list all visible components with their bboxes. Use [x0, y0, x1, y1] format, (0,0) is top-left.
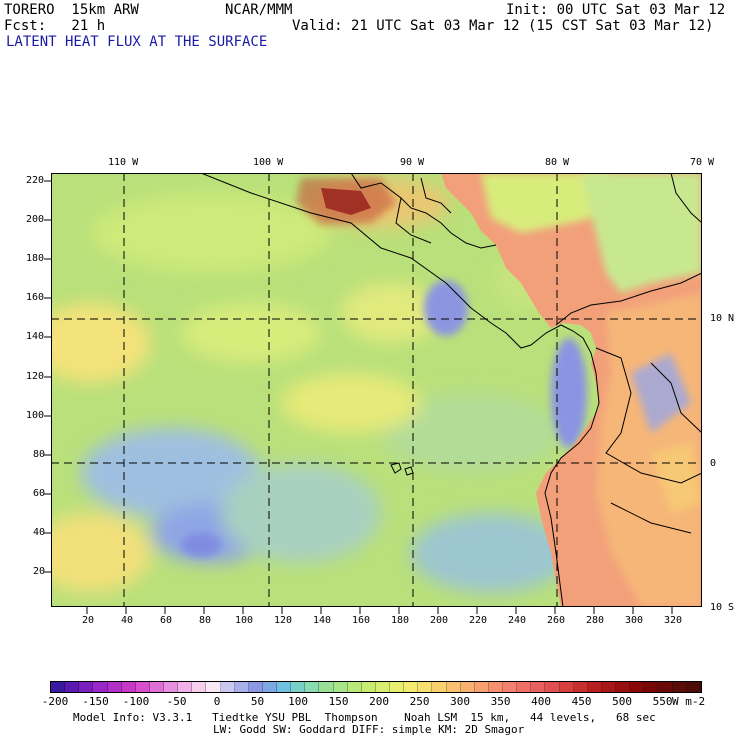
colorbar-swatch: [361, 682, 376, 692]
colorbar-swatch: [333, 682, 348, 692]
colorbar-swatch: [107, 682, 122, 692]
x-tick-label: 300: [625, 615, 644, 626]
colorbar-label: 250: [409, 695, 430, 708]
lat-label-10n: 10 N: [710, 313, 735, 324]
x-tick-label: 160: [352, 615, 371, 626]
colorbar-swatch: [305, 682, 320, 692]
x-tick-label: 320: [664, 615, 683, 626]
model-name: TORERO 15km ARW: [4, 2, 139, 18]
colorbar-swatch: [460, 682, 475, 692]
x-tick-label: 180: [391, 615, 410, 626]
y-tick-label: 220: [26, 175, 45, 186]
colorbar-swatch: [206, 682, 221, 692]
colorbar-swatch: [178, 682, 193, 692]
colorbar-label: 150: [328, 695, 349, 708]
colorbar-swatch: [135, 682, 150, 692]
colorbar-swatch: [488, 682, 503, 692]
x-tick-label: 100: [235, 615, 254, 626]
colorbar-swatch: [79, 682, 94, 692]
frame-tick-marks: [44, 180, 673, 614]
x-tick-label: 80: [199, 615, 212, 626]
colorbar-label: -200: [41, 695, 69, 708]
colorbar-label: -150: [82, 695, 109, 708]
colorbar-swatch: [474, 682, 489, 692]
colorbar-swatch: [517, 682, 532, 692]
colorbar-label: -100: [122, 695, 150, 708]
y-tick-label: 200: [26, 214, 45, 225]
colorbar-swatch: [65, 682, 80, 692]
colorbar-label: 200: [369, 695, 389, 708]
x-tick-label: 40: [121, 615, 134, 626]
x-tick-label: 20: [82, 615, 95, 626]
colorbar-swatch: [658, 682, 673, 692]
colorbar-swatch: [220, 682, 235, 692]
colorbar-label: 400: [531, 695, 551, 708]
lat-label-equator: 0: [710, 458, 717, 469]
colorbar-swatch: [404, 682, 419, 692]
organization-label: NCAR/MMM: [225, 2, 293, 18]
colorbar-swatch: [616, 682, 631, 692]
x-tick-label: 220: [469, 615, 488, 626]
colorbar-swatch: [531, 682, 546, 692]
colorbar-swatch: [319, 682, 334, 692]
colorbar-swatch: [234, 682, 249, 692]
colorbar-swatch: [672, 682, 687, 692]
colorbar-label: 300: [450, 695, 470, 708]
colorbar-swatch: [587, 682, 602, 692]
colorbar-swatch: [686, 682, 701, 692]
colorbar-swatch: [601, 682, 616, 692]
colorbar-swatch: [375, 682, 390, 692]
field-title: LATENT HEAT FLUX AT THE SURFACE: [6, 34, 268, 50]
colorbar-swatch: [418, 682, 433, 692]
valid-time: Valid: 21 UTC Sat 03 Mar 12 (15 CST Sat …: [292, 18, 714, 34]
colorbar-label: 450: [571, 695, 592, 708]
y-tick-label: 140: [26, 331, 45, 342]
colorbar-label: 100: [288, 695, 308, 708]
colorbar-labels: -200 -150 -100 -50 0 50 100 150 200 250 300 350 400 4…: [0, 695, 740, 709]
colorbar-swatch: [432, 682, 447, 692]
x-tick-label: 280: [586, 615, 605, 626]
x-tick-label: 240: [508, 615, 527, 626]
colorbar-swatch: [573, 682, 588, 692]
colorbar-swatch: [248, 682, 263, 692]
colorbar-swatch: [121, 682, 136, 692]
colorbar-label: 550: [652, 695, 673, 708]
model-info-line2: LW: Godd SW: Goddard DIFF: simple KM: 2D…: [213, 723, 525, 736]
lat-label-10s: 10 S: [710, 602, 735, 613]
colorbar-label: -50: [166, 695, 187, 708]
colorbar-swatch: [559, 682, 574, 692]
colorbar-swatch: [164, 682, 179, 692]
x-tick-label: 120: [274, 615, 293, 626]
x-tick-label: 140: [313, 615, 332, 626]
colorbar-swatch: [291, 682, 306, 692]
colorbar-swatch: [93, 682, 108, 692]
forecast-hour: Fcst: 21 h: [4, 18, 106, 34]
colorbar-swatch: [503, 682, 518, 692]
colorbar-swatch: [630, 682, 645, 692]
colorbar-swatch: [262, 682, 277, 692]
y-tick-label: 160: [26, 292, 45, 303]
x-tick-label: 260: [547, 615, 566, 626]
colorbar-swatch: [446, 682, 461, 692]
colorbar-swatch: [51, 682, 66, 692]
colorbar-unit: W m-2: [672, 695, 706, 708]
y-tick-label: 120: [26, 371, 45, 382]
colorbar-swatch: [390, 682, 405, 692]
colorbar-swatch: [192, 682, 207, 692]
init-time: Init: 00 UTC Sat 03 Mar 12: [506, 2, 726, 18]
colorbar-swatch: [277, 682, 292, 692]
y-tick-label: 100: [26, 410, 45, 421]
colorbar-label: 350: [490, 695, 511, 708]
colorbar-swatch: [545, 682, 560, 692]
colorbar-swatch: [644, 682, 659, 692]
x-tick-label: 60: [160, 615, 173, 626]
y-tick-label: 180: [26, 253, 45, 264]
colorbar: [50, 681, 702, 693]
colorbar-swatch: [149, 682, 164, 692]
colorbar-label: 0: [213, 695, 221, 708]
colorbar-label: 50: [250, 695, 265, 708]
colorbar-swatch: [347, 682, 362, 692]
colorbar-label: 500: [612, 695, 632, 708]
x-tick-label: 200: [430, 615, 449, 626]
